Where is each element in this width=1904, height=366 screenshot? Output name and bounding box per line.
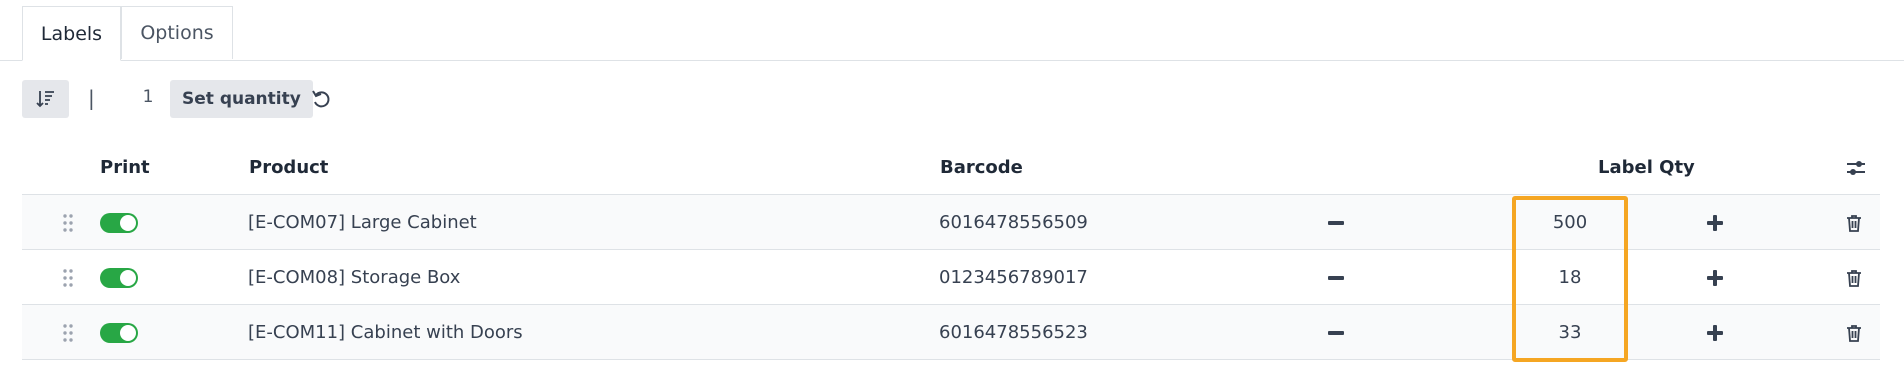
drag-handle-icon[interactable] [62, 195, 76, 250]
trash-icon [1847, 269, 1861, 287]
sort-icon [35, 91, 54, 108]
product-name: [E-COM07] Large Cabinet [248, 212, 477, 233]
plus-icon [1707, 324, 1723, 341]
reset-icon[interactable] [310, 88, 332, 110]
increase-qty-button[interactable] [1706, 250, 1724, 305]
barcode: 0123456789017 [939, 267, 1088, 288]
delete-row-button[interactable] [1844, 250, 1864, 305]
increase-qty-button[interactable] [1706, 195, 1724, 250]
minus-icon [1328, 220, 1344, 225]
decrease-qty-button[interactable] [1327, 195, 1345, 250]
set-quantity-button[interactable]: Set quantity [170, 80, 313, 118]
label-qty-value[interactable]: 18 [1540, 250, 1600, 305]
product-name: [E-COM08] Storage Box [248, 267, 461, 288]
table-row[interactable]: [E-COM08] Storage Box 0123456789017 18 [22, 250, 1880, 305]
table-row[interactable]: [E-COM11] Cabinet with Doors 60164785565… [22, 305, 1880, 360]
label-qty-value[interactable]: 500 [1540, 195, 1600, 250]
print-toggle[interactable] [100, 195, 138, 250]
barcode: 6016478556523 [939, 322, 1088, 343]
drag-handle-icon[interactable] [62, 250, 76, 305]
column-settings-icon[interactable] [1845, 158, 1867, 178]
column-header-barcode[interactable]: Barcode [940, 157, 1023, 178]
print-toggle[interactable] [100, 250, 138, 305]
tab-bar: Labels Options [0, 0, 1904, 61]
minus-icon [1328, 275, 1344, 280]
sort-button[interactable] [22, 80, 69, 118]
minus-icon [1328, 330, 1344, 335]
delete-row-button[interactable] [1844, 195, 1864, 250]
column-header-product[interactable]: Product [249, 157, 328, 178]
label-qty-value[interactable]: 33 [1540, 305, 1600, 360]
delete-row-button[interactable] [1844, 305, 1864, 360]
increase-qty-button[interactable] [1706, 305, 1724, 360]
quantity-input[interactable]: 1 [128, 87, 168, 107]
decrease-qty-button[interactable] [1327, 305, 1345, 360]
barcode: 6016478556509 [939, 212, 1088, 233]
print-toggle[interactable] [100, 305, 138, 360]
column-header-print: Print [100, 157, 150, 178]
decrease-qty-button[interactable] [1327, 250, 1345, 305]
product-name: [E-COM11] Cabinet with Doors [248, 322, 523, 343]
drag-handle-icon[interactable] [62, 305, 76, 360]
trash-icon [1847, 324, 1861, 342]
tab-labels[interactable]: Labels [22, 6, 121, 61]
column-header-label-qty[interactable]: Label Qty [1598, 157, 1695, 178]
table-row[interactable]: [E-COM07] Large Cabinet 6016478556509 50… [22, 195, 1880, 250]
plus-icon [1707, 269, 1723, 286]
toolbar: | 1 Set quantity [22, 80, 422, 118]
toolbar-separator: | [88, 86, 95, 110]
tab-options[interactable]: Options [121, 6, 233, 59]
plus-icon [1707, 214, 1723, 231]
trash-icon [1847, 214, 1861, 232]
